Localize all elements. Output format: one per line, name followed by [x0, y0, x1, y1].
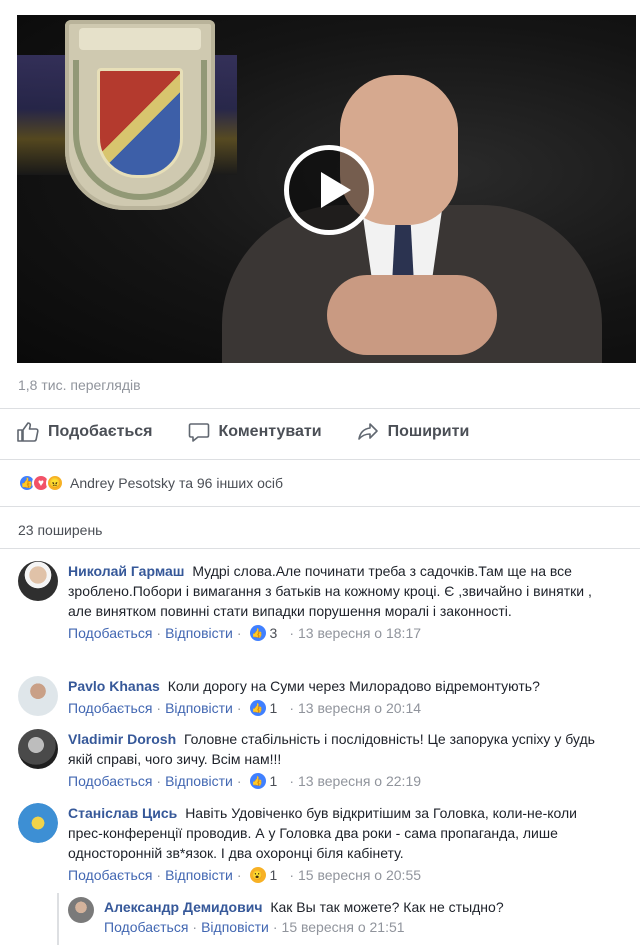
comment-reply-link[interactable]: Відповісти: [201, 919, 269, 935]
comment-meta: Подобається · Відповісти · 👍 3 · 13 вересня…: [68, 625, 422, 641]
reaction-count[interactable]: 1: [270, 867, 278, 883]
comment-time[interactable]: 15 вересня о 20:55: [298, 867, 421, 883]
comment-author[interactable]: Pavlo Khanas: [68, 678, 160, 694]
comment-body: Pavlo Khanas Коли дорогу на Суми через М…: [68, 676, 608, 696]
comment-icon: [188, 423, 209, 442]
like-button[interactable]: Подобається: [16, 420, 153, 444]
comment-reply-link[interactable]: Відповісти: [165, 625, 233, 641]
comment-button[interactable]: Коментувати: [187, 420, 322, 444]
share-button-label: Поширити: [387, 423, 470, 440]
comment-time[interactable]: 13 вересня о 20:14: [298, 700, 421, 716]
thumbs-up-icon: [17, 422, 39, 442]
reactions-summary[interactable]: 👍 ♥ 😠 Andrey Pesotsky та 96 інших осіб: [18, 474, 283, 492]
comment-like-link[interactable]: Подобається: [104, 919, 188, 935]
play-icon[interactable]: [284, 145, 374, 235]
comment-author[interactable]: Александр Демидович: [104, 899, 262, 915]
like-icon: 👍: [249, 773, 266, 789]
reaction-count[interactable]: 3: [270, 625, 278, 641]
comment-reply-link[interactable]: Відповісти: [165, 867, 233, 883]
speaker-image: [222, 75, 602, 363]
divider: [0, 408, 640, 409]
comment-like-link[interactable]: Подобається: [68, 625, 152, 641]
comment-text: Как Вы так можете? Как не стыдно?: [270, 899, 504, 915]
comment-body: Александр Демидович Как Вы так можете? К…: [104, 897, 624, 917]
reaction-count[interactable]: 1: [270, 700, 278, 716]
comment-reply-link[interactable]: Відповісти: [165, 700, 233, 716]
comment-meta: Подобається · Відповісти · 👍 1 · 13 вересня…: [68, 700, 422, 716]
like-button-label: Подобається: [48, 423, 153, 440]
comment-author[interactable]: Николай Гармаш: [68, 563, 184, 579]
avatar[interactable]: [68, 897, 94, 923]
share-arrow-icon: [357, 423, 378, 440]
comment-meta: Подобається · Відповісти · 😮 1 · 15 вересня…: [68, 867, 422, 883]
divider: [0, 506, 640, 507]
view-count: 1,8 тис. переглядів: [18, 377, 141, 393]
comment: Станіслав Цись Навіть Удовіченко був від…: [18, 803, 618, 883]
comment-like-link[interactable]: Подобається: [68, 700, 152, 716]
comment-text: Коли дорогу на Суми через Милорадово від…: [167, 678, 540, 694]
comment-like-link[interactable]: Подобається: [68, 773, 152, 789]
comment-author[interactable]: Vladimir Dorosh: [68, 731, 176, 747]
comment-button-label: Коментувати: [218, 423, 322, 440]
comment: Vladimir Dorosh Головне стабільність і п…: [18, 729, 618, 789]
comment-time[interactable]: 15 вересня о 21:51: [282, 919, 405, 935]
like-icon: 👍: [249, 700, 266, 716]
avatar[interactable]: [18, 803, 58, 843]
wow-icon: 😮: [249, 867, 266, 883]
comment-meta: Подобається · Відповісти · 15 вересня о 21…: [104, 919, 405, 935]
comment-like-link[interactable]: Подобається: [68, 867, 152, 883]
action-bar: Подобається Коментувати Поширити: [16, 420, 503, 444]
coat-of-arms-image: [65, 20, 215, 210]
comment-body: Николай Гармаш Мудрі слова.Але починати …: [68, 561, 608, 621]
shares-count[interactable]: 23 поширень: [18, 522, 102, 538]
share-button[interactable]: Поширити: [356, 420, 470, 444]
comment-time[interactable]: 13 вересня о 22:19: [298, 773, 421, 789]
comment-body: Vladimir Dorosh Головне стабільність і п…: [68, 729, 608, 769]
like-icon: 👍: [249, 625, 266, 641]
avatar[interactable]: [18, 729, 58, 769]
comment-time[interactable]: 13 вересня о 18:17: [298, 625, 421, 641]
comment-meta: Подобається · Відповісти · 👍 1 · 13 вересня…: [68, 773, 422, 789]
reaction-count[interactable]: 1: [270, 773, 278, 789]
divider: [0, 459, 640, 460]
reply-comment: Александр Демидович Как Вы так можете? К…: [68, 897, 628, 935]
angry-icon: 😠: [46, 474, 64, 492]
reactions-label: Andrey Pesotsky та 96 інших осіб: [70, 475, 284, 491]
comment-reply-link[interactable]: Відповісти: [165, 773, 233, 789]
avatar[interactable]: [18, 561, 58, 601]
video-player[interactable]: [17, 15, 636, 363]
comment-author[interactable]: Станіслав Цись: [68, 805, 177, 821]
comment: Pavlo Khanas Коли дорогу на Суми через М…: [18, 676, 618, 716]
avatar[interactable]: [18, 676, 58, 716]
divider: [0, 548, 640, 549]
comment-body: Станіслав Цись Навіть Удовіченко був від…: [68, 803, 608, 863]
comment: Николай Гармаш Мудрі слова.Але починати …: [18, 561, 618, 641]
reply-thread-line: [57, 893, 59, 945]
